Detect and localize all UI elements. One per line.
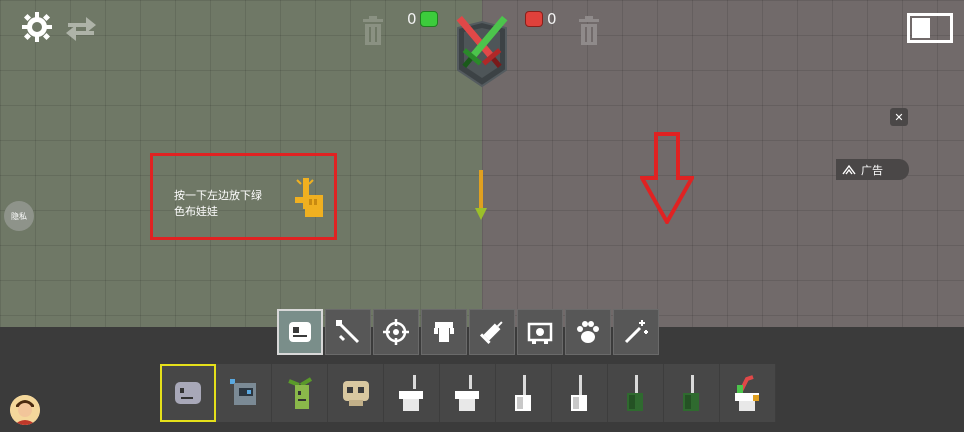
item-toilet-2[interactable] — [440, 364, 496, 422]
swap-arrows-icon — [66, 17, 96, 41]
ragdoll-icon — [289, 322, 311, 342]
item-toilet-4[interactable] — [552, 364, 608, 422]
item-skull-ragdoll[interactable] — [328, 364, 384, 422]
paw-icon — [577, 321, 599, 343]
settings-button[interactable] — [21, 11, 53, 43]
trash-red-button[interactable] — [578, 16, 600, 46]
item-colorful-toilet[interactable] — [720, 364, 776, 422]
ad-label: 广告 — [861, 163, 883, 177]
category-syringes[interactable] — [469, 309, 515, 355]
skull-ragdoll-icon — [342, 381, 369, 406]
syringe-icon — [479, 321, 503, 345]
item-toilet-1[interactable] — [384, 364, 440, 422]
gear-icon — [22, 12, 52, 42]
window-toggle-button[interactable] — [907, 13, 953, 43]
ad-mark-icon — [842, 164, 856, 174]
toilet-icon — [570, 375, 587, 411]
category-melee[interactable] — [325, 309, 371, 355]
category-explosives[interactable] — [421, 309, 467, 355]
crossed-swords-icon — [456, 15, 508, 88]
close-icon: ✕ — [894, 110, 904, 124]
category-ragdolls[interactable] — [277, 309, 323, 355]
gray-ragdoll-icon — [175, 382, 201, 404]
sword-icon — [336, 320, 360, 344]
green-toilet-icon — [626, 375, 643, 411]
privacy-button[interactable]: 隐私 — [4, 201, 34, 231]
category-bar — [277, 309, 659, 355]
drop-zone-arrow — [638, 132, 696, 227]
tap-hand-icon — [292, 175, 328, 219]
versus-emblem — [452, 6, 512, 88]
tutorial-hint-text: 按一下左边放下绿 色布娃娃 — [174, 188, 304, 220]
bomb-icon — [434, 322, 454, 342]
category-magic[interactable] — [613, 309, 659, 355]
item-green-toilet-2[interactable] — [664, 364, 720, 422]
privacy-label: 隐私 — [11, 211, 27, 221]
green-team-icon — [420, 11, 438, 27]
panel-icon — [912, 18, 930, 38]
category-animals[interactable] — [565, 309, 611, 355]
robot-ragdoll-icon — [229, 379, 256, 405]
spawn-marker-arrow — [475, 170, 487, 222]
player-avatar[interactable] — [10, 395, 40, 425]
green-toilet-icon — [682, 375, 699, 411]
avatar-icon — [10, 395, 40, 425]
plant-ragdoll-icon — [287, 377, 312, 409]
ad-badge[interactable]: 广告 — [836, 159, 909, 180]
trash-icon — [363, 16, 383, 45]
hint-line-2: 色布娃娃 — [174, 205, 218, 218]
machine-icon — [527, 322, 553, 344]
wand-icon — [624, 320, 648, 344]
swap-button[interactable] — [64, 13, 98, 45]
green-score: 0 — [407, 10, 417, 28]
trash-green-button[interactable] — [362, 16, 384, 46]
hint-line-1: 按一下左边放下绿 — [174, 189, 262, 202]
item-robot-ragdoll[interactable] — [216, 364, 272, 422]
toilet-icon — [398, 375, 423, 411]
item-toilet-3[interactable] — [496, 364, 552, 422]
category-machinery[interactable] — [517, 309, 563, 355]
red-team-icon — [525, 11, 543, 27]
colorful-toilet-icon — [734, 375, 759, 411]
toilet-icon — [514, 375, 531, 411]
item-green-toilet-1[interactable] — [608, 364, 664, 422]
category-firearms[interactable] — [373, 309, 419, 355]
item-gray-ragdoll[interactable] — [160, 364, 216, 422]
crosshair-icon — [383, 319, 409, 345]
item-plant-ragdoll[interactable] — [272, 364, 328, 422]
trash-icon — [579, 16, 599, 45]
red-score: 0 — [547, 10, 557, 28]
toilet-icon — [454, 375, 479, 411]
ad-close-button[interactable]: ✕ — [890, 108, 908, 126]
items-bar — [160, 364, 776, 422]
